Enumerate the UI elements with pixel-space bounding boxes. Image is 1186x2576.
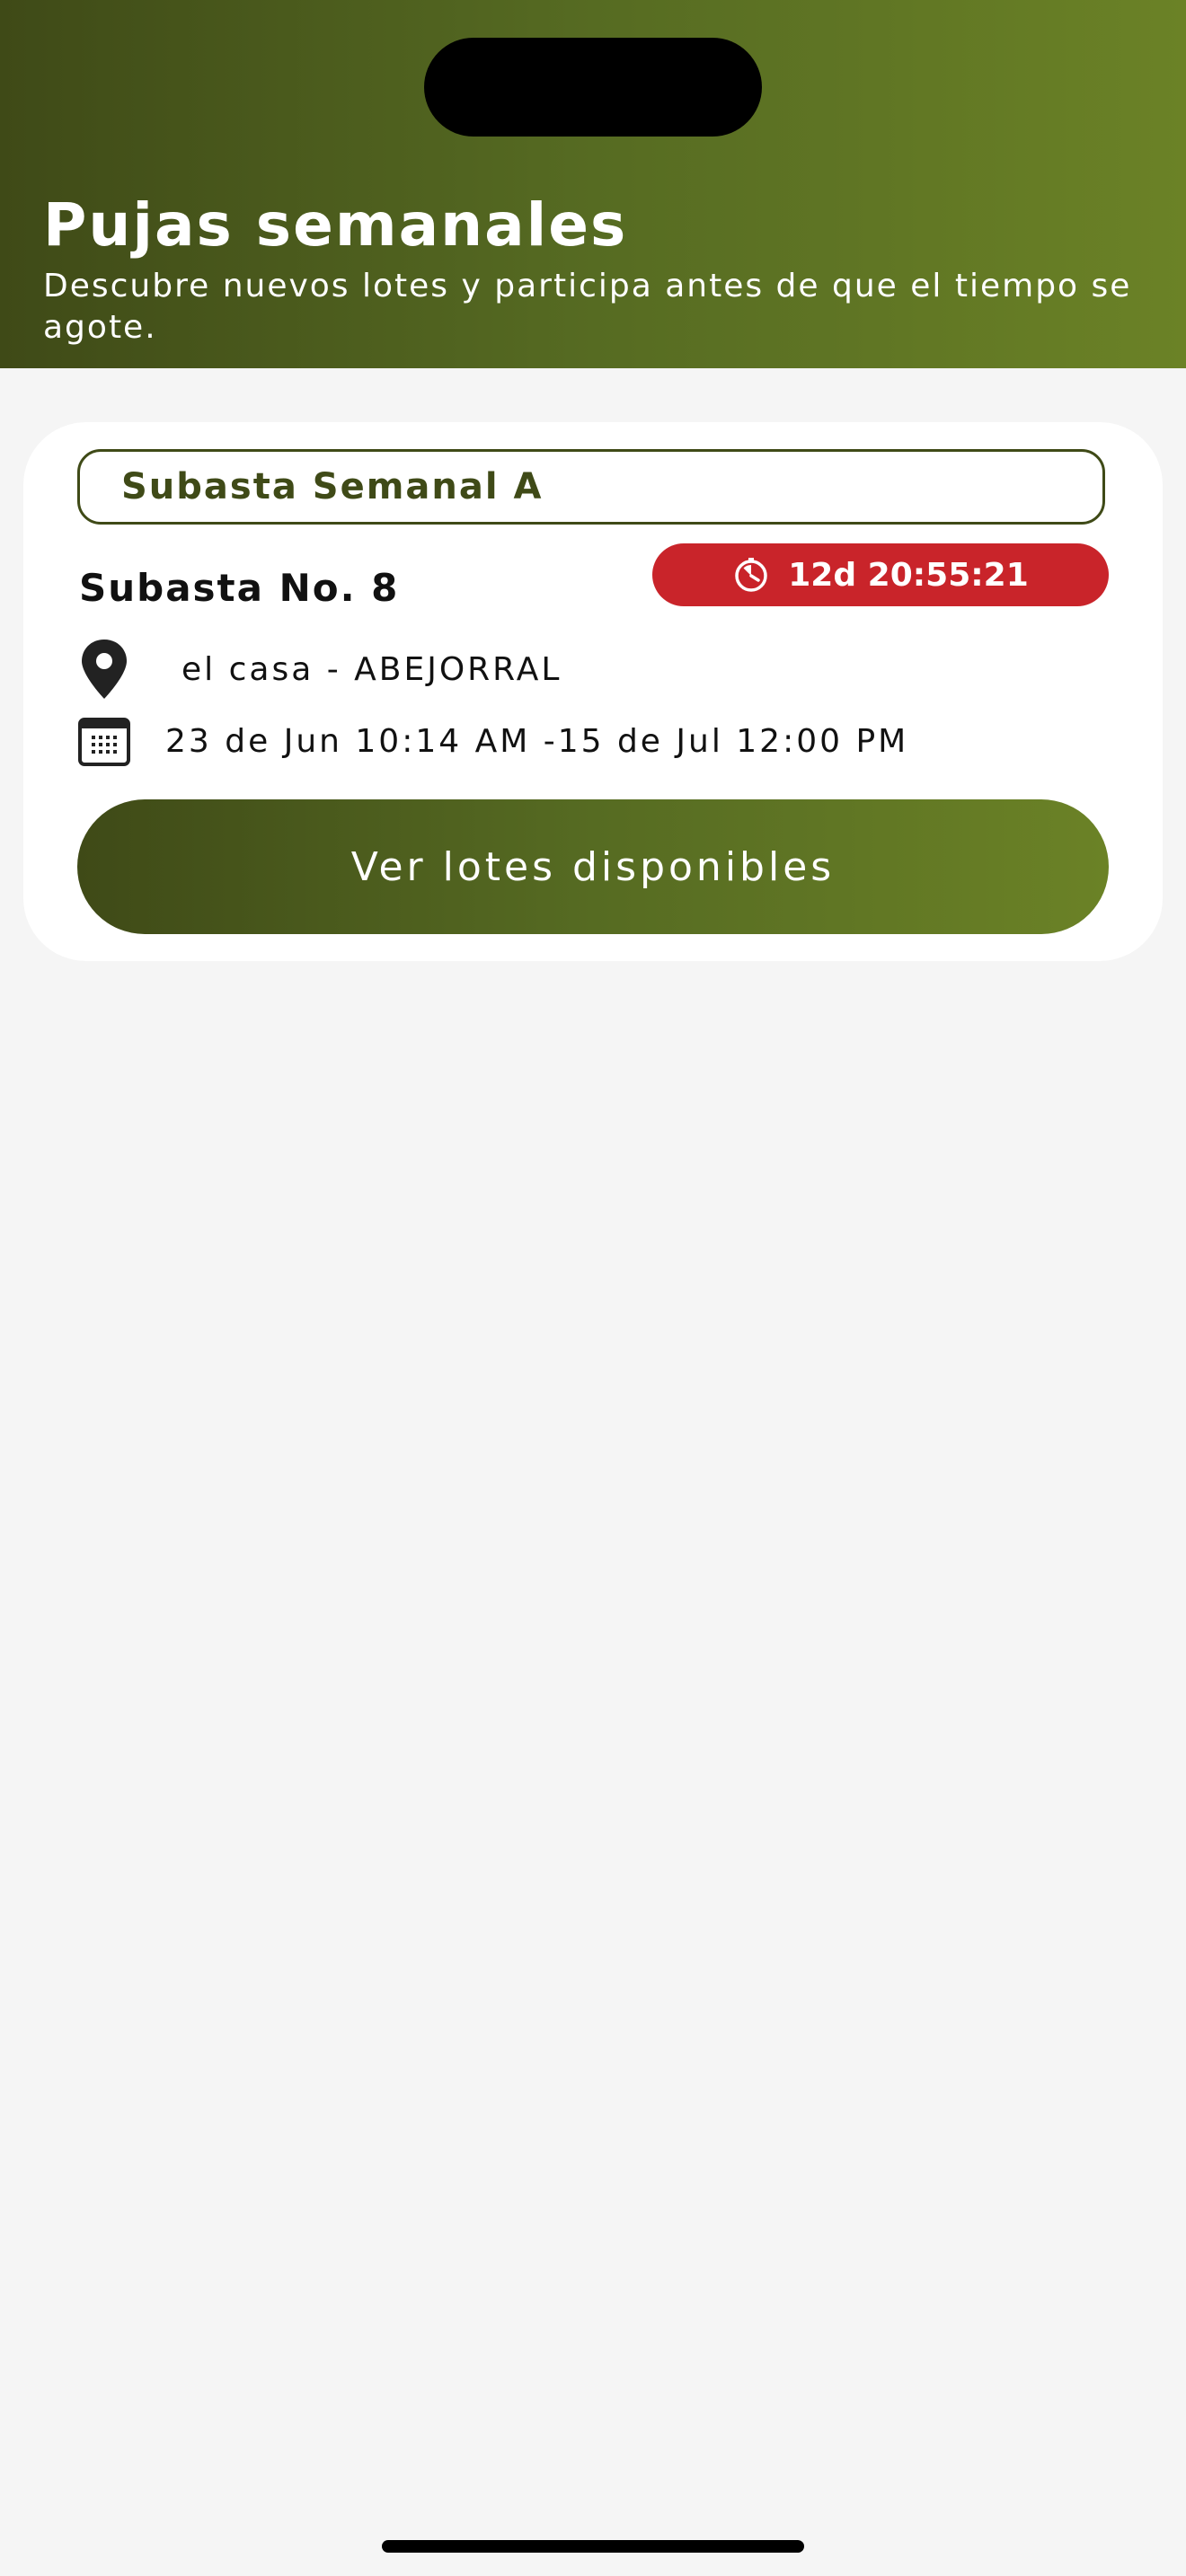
page-title: Pujas semanales <box>43 190 628 260</box>
auction-number: Subasta No. 8 <box>79 566 400 610</box>
stopwatch-icon <box>735 558 767 592</box>
date-range-text: 23 de Jun 10:14 AM -15 de Jul 12:00 PM <box>165 722 909 760</box>
calendar-icon <box>78 718 130 766</box>
countdown-text: 12d 20:55:21 <box>788 556 1029 594</box>
home-indicator[interactable] <box>382 2540 804 2553</box>
page-header: Pujas semanales Descubre nuevos lotes y … <box>0 0 1186 368</box>
location-text: el casa - ABEJORRAL <box>181 650 562 688</box>
view-lots-button[interactable]: Ver lotes disponibles <box>77 799 1109 934</box>
location-pin-icon <box>82 640 127 699</box>
page-subtitle: Descubre nuevos lotes y participa antes … <box>43 268 1132 346</box>
date-range-row: 23 de Jun 10:14 AM -15 de Jul 12:00 PM <box>77 710 908 772</box>
location-row: el casa - ABEJORRAL <box>77 638 562 701</box>
countdown-badge: 12d 20:55:21 <box>652 543 1109 606</box>
auction-type-label: Subasta Semanal A <box>77 449 1105 525</box>
dynamic-island <box>424 38 762 137</box>
auction-card: Subasta Semanal A Subasta No. 8 12d 20:5… <box>23 422 1163 961</box>
